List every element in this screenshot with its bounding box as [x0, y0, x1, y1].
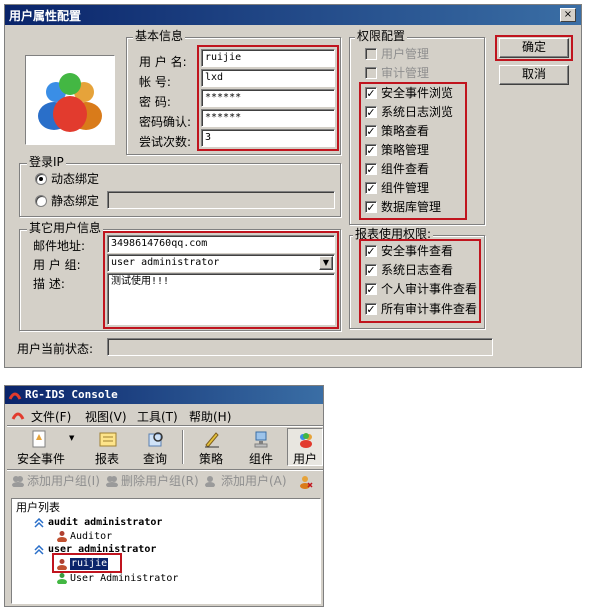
toolbar-dropdown-arrow-icon: ▼: [69, 434, 75, 442]
radio-selected-dot: [39, 177, 43, 181]
password-confirm-label: 密码确认:: [139, 115, 192, 129]
toolbar-query[interactable]: 查询: [133, 430, 177, 466]
account-label: 帐 号:: [139, 75, 171, 89]
static-binding-radio[interactable]: [35, 195, 47, 207]
menu-file[interactable]: 文件(F): [31, 408, 71, 425]
users-group-icon: [25, 55, 115, 145]
add-user-icon: [205, 476, 215, 487]
menu-view[interactable]: 视图(V): [85, 408, 127, 425]
add-user-group-label: 添加用户组(I): [27, 474, 100, 488]
toolbar-report-label: 报表: [94, 452, 119, 466]
perm-audit-mgmt-checkbox: [365, 67, 377, 79]
toolbar-policy[interactable]: 策略: [189, 430, 233, 466]
user-icon: [300, 433, 312, 448]
perm-audit-mgmt-label: 审计管理: [381, 66, 430, 80]
console-titlebar: RG-IDS Console: [5, 386, 323, 404]
toolbar-user-label: 用户: [292, 452, 317, 466]
perm-user-mgmt-label: 用户管理: [381, 47, 430, 61]
toolbar-user[interactable]: 用户: [287, 428, 323, 466]
current-status-label: 用户当前状态:: [17, 342, 94, 356]
menu-help[interactable]: 帮助(H): [189, 408, 231, 425]
password-label: 密 码:: [139, 95, 171, 109]
static-ip-input[interactable]: [107, 191, 335, 209]
tree-user-user-administrator[interactable]: User Administrator: [70, 573, 178, 585]
user-node-icon: [57, 531, 67, 542]
dialog-title: 用户属性配置: [9, 9, 82, 23]
dynamic-binding-label: 动态绑定: [51, 172, 100, 186]
delete-user-icon[interactable]: [299, 475, 313, 489]
actionbar-divider: [7, 469, 323, 471]
dynamic-binding-radio[interactable]: [35, 173, 47, 185]
toolbar-component[interactable]: 组件: [239, 430, 283, 466]
add-user-label: 添加用户(A): [221, 474, 287, 488]
query-icon: [148, 432, 163, 447]
ruijie-highlight: [52, 553, 122, 573]
cancel-button[interactable]: 取消: [499, 65, 569, 85]
collapse-group-icon[interactable]: [34, 545, 44, 555]
permissions-group-label: 权限配置: [355, 29, 408, 43]
other-info-highlight: [103, 231, 339, 329]
description-label: 描 述:: [33, 277, 65, 291]
tree-user-auditor[interactable]: Auditor: [70, 531, 112, 543]
ok-button-highlight: [495, 35, 573, 61]
component-icon: [254, 431, 268, 448]
delete-user-group-button[interactable]: 删除用户组(R): [105, 474, 201, 490]
permissions-highlight: [359, 82, 467, 220]
menu-tools[interactable]: 工具(T): [137, 408, 178, 425]
add-user-group-button[interactable]: 添加用户组(I): [11, 474, 103, 490]
basic-fields-highlight: [197, 45, 339, 151]
delete-user-group-label: 删除用户组(R): [121, 474, 199, 488]
user-tree-panel: 用户列表 audit administrator Auditor user ad…: [11, 498, 321, 604]
tree-group-audit-admin[interactable]: audit administrator: [48, 517, 162, 529]
email-label: 邮件地址:: [33, 239, 86, 253]
menu-logo-icon: [11, 412, 25, 420]
static-binding-label: 静态绑定: [51, 194, 100, 208]
collapse-group-icon[interactable]: [34, 518, 44, 528]
report-permissions-highlight: [359, 239, 481, 323]
policy-icon: [205, 432, 219, 448]
user-group-label: 用 户 组:: [33, 258, 81, 272]
add-user-button[interactable]: 添加用户(A): [203, 474, 293, 490]
console-title: RG-IDS Console: [25, 388, 118, 401]
report-icon: [99, 432, 117, 447]
toolbar-query-label: 查询: [142, 452, 167, 466]
close-button[interactable]: ×: [560, 8, 576, 22]
toolbar-security-events[interactable]: ▼ 安全事件: [13, 430, 75, 466]
toolbar-policy-label: 策略: [198, 452, 223, 466]
other-info-group-label: 其它用户信息: [27, 221, 104, 235]
toolbar-security-events-label: 安全事件: [16, 452, 65, 466]
toolbar-separator: [182, 430, 184, 464]
user-properties-dialog: 用户属性配置 × 基本信息 用 户 名: ruijie 帐 号: lxd 密 码…: [4, 4, 582, 368]
rg-ids-console-window: RG-IDS Console 文件(F) 视图(V) 工具(T) 帮助(H) ▼…: [4, 385, 324, 607]
perm-user-mgmt-checkbox: [365, 48, 377, 60]
dialog-titlebar: 用户属性配置 ×: [5, 5, 581, 25]
add-user-group-icon: [12, 476, 24, 487]
tree-header: 用户列表: [16, 501, 60, 514]
basic-info-group-label: 基本信息: [133, 29, 186, 43]
delete-user-group-icon: [106, 476, 118, 487]
retry-count-label: 尝试次数:: [139, 135, 192, 149]
current-status-field: [107, 338, 493, 356]
username-label: 用 户 名:: [139, 55, 187, 69]
toolbar-component-label: 组件: [248, 452, 273, 466]
login-ip-group-label: 登录IP: [27, 155, 66, 169]
toolbar-report[interactable]: 报表: [85, 430, 129, 466]
security-events-icon: [32, 430, 46, 448]
app-logo-icon: [8, 392, 22, 400]
toolbar-divider: [7, 425, 323, 427]
user-node-icon: [57, 573, 67, 584]
